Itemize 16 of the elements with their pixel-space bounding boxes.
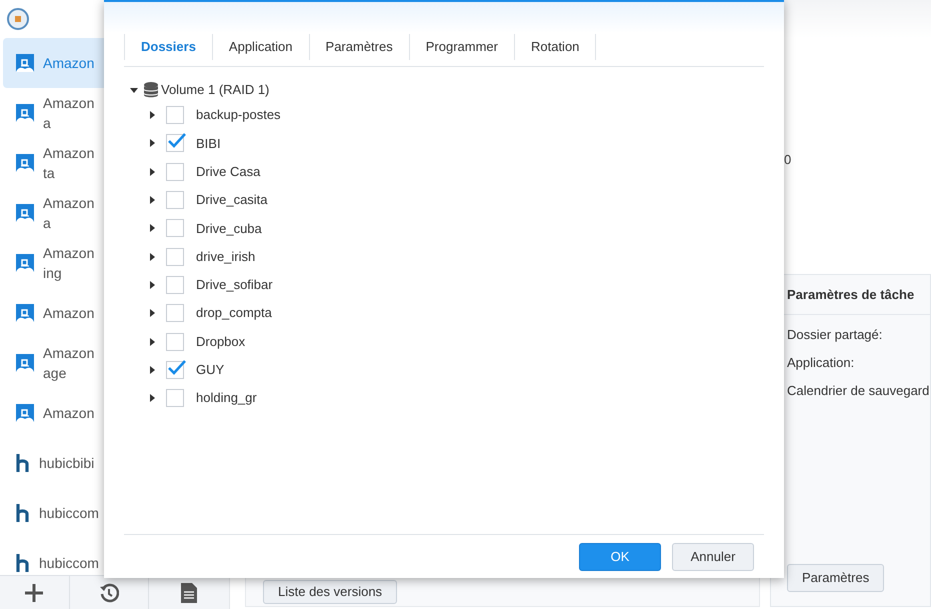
folder-label: Dropbox bbox=[196, 332, 246, 351]
folder-label: drive_irish bbox=[196, 248, 256, 266]
folder-label: holding_gr bbox=[196, 389, 257, 408]
folder-label: BIBI bbox=[196, 134, 221, 153]
folder-label: drop_compta bbox=[196, 304, 272, 322]
fragment-text: 0 bbox=[784, 152, 792, 167]
folder-label: Drive_casita bbox=[196, 191, 268, 210]
field-label: Calendrier de sauvegard bbox=[787, 382, 930, 400]
field-label: Application: bbox=[787, 354, 856, 372]
folder-label: backup-postes bbox=[196, 106, 281, 124]
folder-label: Drive Casa bbox=[196, 162, 260, 181]
tree-label: Volume 1 (RAID 1) bbox=[161, 81, 270, 100]
folder-label: GUY bbox=[196, 361, 224, 380]
folder-label: Drive_cuba bbox=[196, 220, 262, 238]
field-label: Dossier partagé: bbox=[787, 326, 884, 344]
folder-label: Drive_sofibar bbox=[196, 276, 273, 294]
